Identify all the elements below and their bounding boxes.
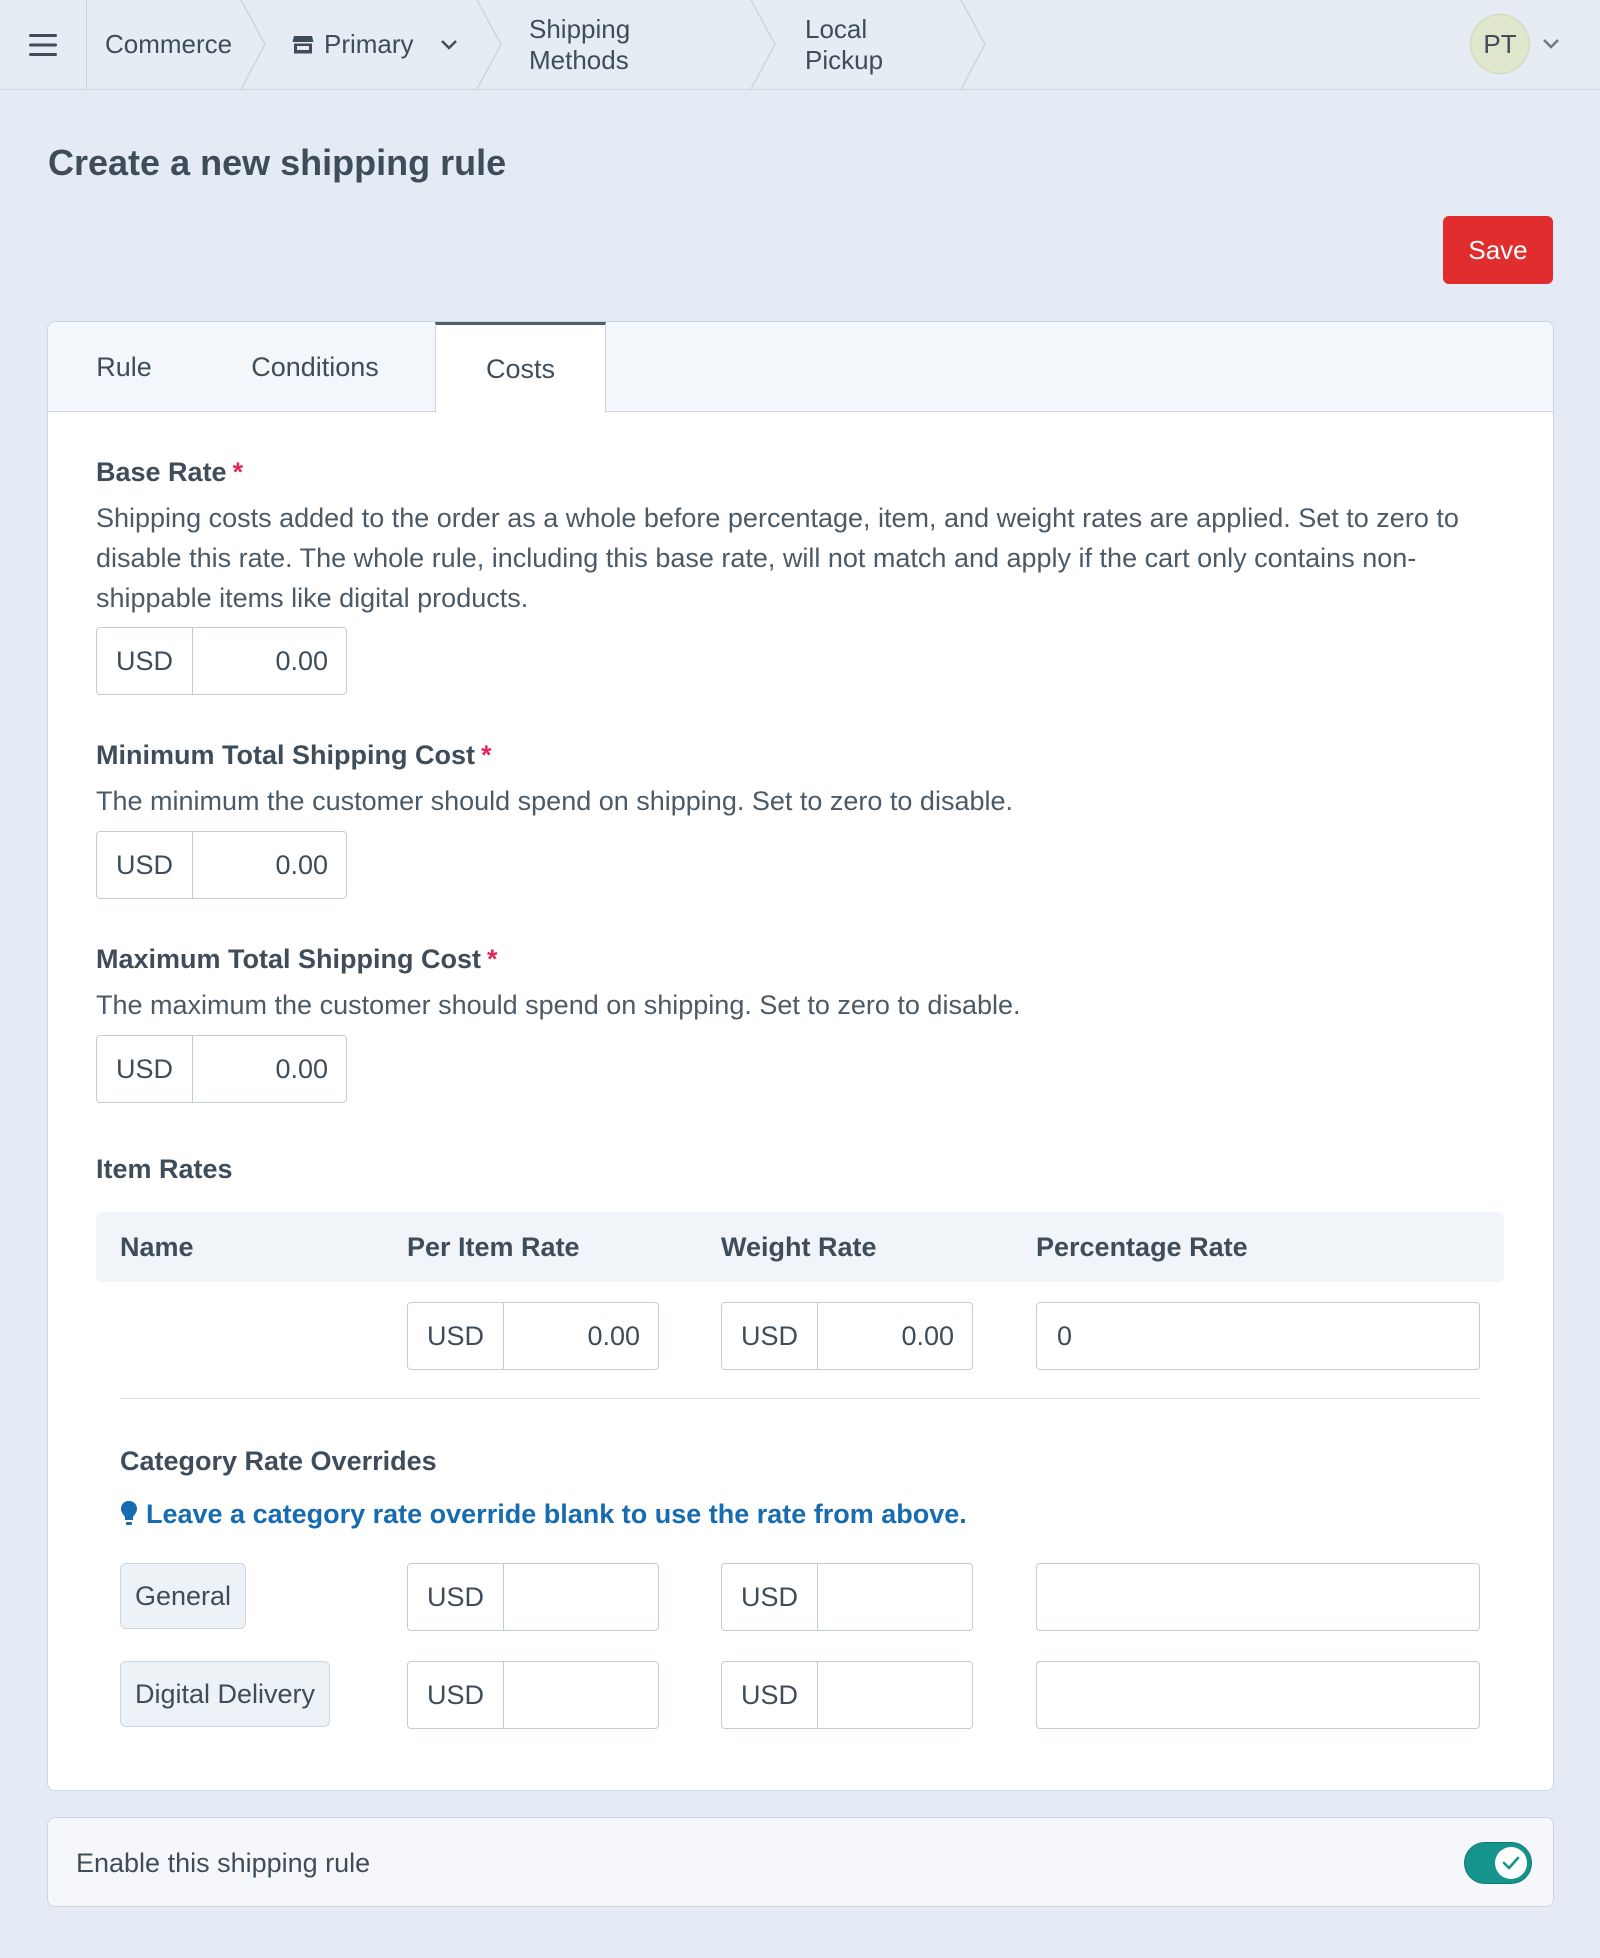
currency-label: USD xyxy=(97,628,193,694)
store-icon xyxy=(292,35,314,53)
min-total-value[interactable]: 0.00 xyxy=(193,832,346,898)
per-item-rate-value[interactable]: 0.00 xyxy=(504,1303,658,1369)
base-rate-value[interactable]: 0.00 xyxy=(193,628,346,694)
digital-per-item-rate-input[interactable]: USD xyxy=(407,1661,659,1729)
user-menu[interactable]: PT xyxy=(1470,14,1560,74)
tab-conditions[interactable]: Conditions xyxy=(200,322,430,412)
digital-weight-rate-input[interactable]: USD xyxy=(721,1661,973,1729)
max-total-help: The maximum the customer should spend on… xyxy=(96,990,1021,1020)
base-rate-help: Shipping costs added to the order as a w… xyxy=(96,503,1459,613)
item-rates-table-header: Name Per Item Rate Weight Rate Percentag… xyxy=(96,1212,1504,1282)
breadcrumb-separator xyxy=(960,0,986,89)
max-total-label: Maximum Total Shipping Cost * xyxy=(96,944,498,974)
general-per-item-rate-input[interactable]: USD xyxy=(407,1563,659,1631)
general-weight-rate-value[interactable] xyxy=(818,1564,972,1630)
tab-bar: Rule Conditions Costs xyxy=(48,322,1553,413)
max-total-input[interactable]: USD 0.00 xyxy=(96,1035,347,1103)
min-total-help: The minimum the customer should spend on… xyxy=(96,786,1013,816)
base-rate-label: Base Rate * xyxy=(96,457,244,487)
digital-weight-rate-value[interactable] xyxy=(818,1662,972,1728)
percentage-rate-input[interactable]: 0 xyxy=(1036,1302,1480,1370)
breadcrumb-shipping-methods[interactable]: Shipping Methods xyxy=(529,0,630,89)
enable-panel: Enable this shipping rule xyxy=(47,1817,1554,1907)
category-overrides-title: Category Rate Overrides xyxy=(120,1446,437,1476)
enable-toggle[interactable] xyxy=(1464,1842,1532,1884)
column-header-percentage-rate: Percentage Rate xyxy=(1036,1231,1248,1262)
column-header-per-item-rate: Per Item Rate xyxy=(407,1231,580,1262)
shipping-rule-card: Rule Conditions Costs Base Rate * Shippin… xyxy=(47,321,1554,1791)
breadcrumb-local-pickup[interactable]: Local Pickup xyxy=(805,0,883,89)
category-digital-delivery[interactable]: Digital Delivery xyxy=(120,1661,331,1727)
item-rates-title: Item Rates xyxy=(96,1154,233,1184)
breadcrumb-separator xyxy=(476,0,502,89)
chevron-down-icon xyxy=(1543,39,1559,49)
required-mark: * xyxy=(487,944,498,974)
digital-per-item-rate-value[interactable] xyxy=(504,1662,658,1728)
currency-label: USD xyxy=(97,832,193,898)
general-weight-rate-input[interactable]: USD xyxy=(721,1563,973,1631)
top-bar: Commerce Primary Shipping Methods Local … xyxy=(0,0,1600,90)
breadcrumb-separator xyxy=(750,0,776,89)
max-total-value[interactable]: 0.00 xyxy=(193,1036,346,1102)
hamburger-icon xyxy=(29,33,57,56)
breadcrumb-separator xyxy=(240,0,266,89)
menu-button[interactable] xyxy=(0,0,87,89)
chevron-down-icon xyxy=(440,39,457,50)
breadcrumb-primary[interactable]: Primary xyxy=(292,0,458,89)
column-header-weight-rate: Weight Rate xyxy=(721,1231,877,1262)
breadcrumb-commerce[interactable]: Commerce xyxy=(105,0,232,89)
toggle-knob xyxy=(1495,1847,1527,1879)
required-mark: * xyxy=(232,457,244,487)
min-total-input[interactable]: USD 0.00 xyxy=(96,831,347,899)
general-percentage-rate-input[interactable] xyxy=(1036,1563,1480,1631)
currency-label: USD xyxy=(408,1303,504,1369)
per-item-rate-input[interactable]: USD 0.00 xyxy=(407,1302,659,1370)
tab-costs[interactable]: Costs xyxy=(435,322,606,413)
currency-label: USD xyxy=(408,1564,504,1630)
column-header-name: Name xyxy=(120,1231,194,1262)
currency-label: USD xyxy=(722,1303,818,1369)
currency-label: USD xyxy=(722,1662,818,1728)
category-general[interactable]: General xyxy=(120,1563,247,1629)
avatar: PT xyxy=(1470,14,1530,74)
min-total-label: Minimum Total Shipping Cost * xyxy=(96,740,492,770)
lightbulb-icon xyxy=(121,1501,137,1525)
tab-rule[interactable]: Rule xyxy=(48,322,200,412)
page-title: Create a new shipping rule xyxy=(48,142,507,183)
weight-rate-value[interactable]: 0.00 xyxy=(818,1303,972,1369)
base-rate-input[interactable]: USD 0.00 xyxy=(96,627,347,695)
required-mark: * xyxy=(480,740,492,770)
currency-label: USD xyxy=(408,1662,504,1728)
weight-rate-input[interactable]: USD 0.00 xyxy=(721,1302,973,1370)
save-button[interactable]: Save xyxy=(1443,216,1553,284)
currency-label: USD xyxy=(97,1036,193,1102)
checkmark-icon xyxy=(1502,1856,1520,1870)
currency-label: USD xyxy=(722,1564,818,1630)
digital-percentage-rate-input[interactable] xyxy=(1036,1661,1480,1729)
divider xyxy=(120,1398,1480,1399)
general-per-item-rate-value[interactable] xyxy=(504,1564,658,1630)
overrides-tip: Leave a category rate override blank to … xyxy=(120,1494,967,1534)
enable-label: Enable this shipping rule xyxy=(76,1847,371,1878)
